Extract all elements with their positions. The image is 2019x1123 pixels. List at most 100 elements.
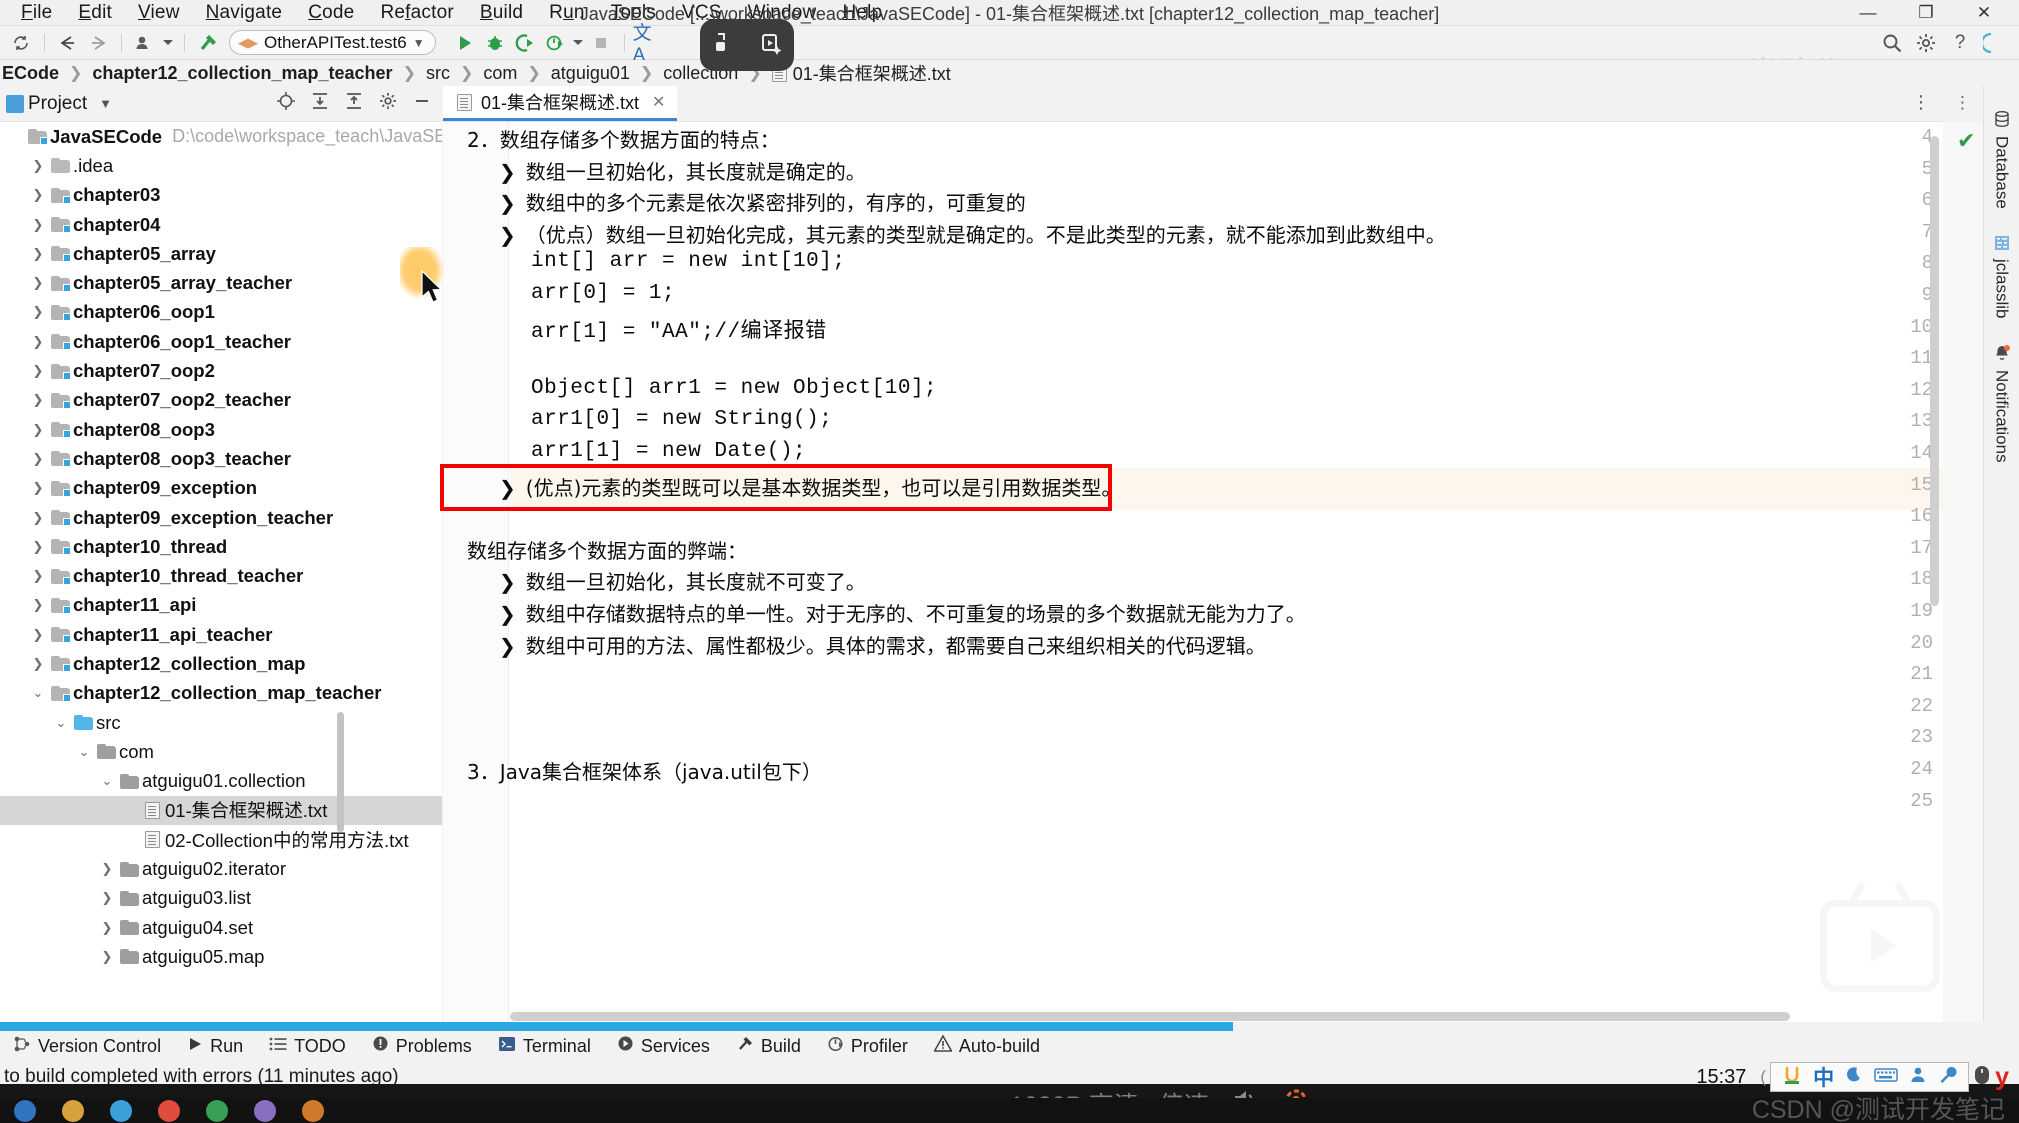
taskbar-icon-7[interactable]	[302, 1099, 324, 1122]
breadcrumb-item-1[interactable]: chapter12_collection_map_teacher	[90, 63, 394, 84]
taskbar-icon-6[interactable]	[254, 1099, 276, 1122]
tree-expand-arrow[interactable]: ❯	[29, 422, 47, 438]
tree-item[interactable]: ❯ chapter10_thread_teacher	[0, 561, 442, 590]
tree-item[interactable]: ❯ chapter10_thread	[0, 532, 442, 561]
tool-window-button-problems[interactable]: Problems	[359, 1035, 485, 1057]
taskbar-icon-5[interactable]	[206, 1099, 228, 1122]
help-icon[interactable]: ?	[1945, 30, 1975, 56]
collapse-all-icon[interactable]	[344, 91, 364, 116]
hide-panel-icon[interactable]	[412, 91, 432, 116]
user-dropdown-icon[interactable]	[160, 30, 176, 56]
screen-capture-widget[interactable]	[700, 19, 794, 71]
editor-horizontal-scrollbar[interactable]	[510, 1012, 1790, 1021]
breadcrumb-item-0[interactable]: ECode	[0, 63, 61, 84]
ime-label[interactable]: 中	[1813, 1062, 1834, 1092]
inspection-ok-icon[interactable]: ✔	[1957, 128, 1975, 154]
navigate-forward-icon[interactable]	[83, 30, 113, 56]
tree-expand-arrow[interactable]: ⌄	[98, 773, 116, 789]
code-line[interactable]: arr[1] = "AA";//编译报错	[531, 314, 827, 344]
tool-button-database[interactable]: Database	[1992, 110, 2012, 209]
editor-area[interactable]: 4 2．数组存储多个数据方面的特点： 5 ❯ 数组一旦初始化，其长度就是确定的。 6 ❯ 数组…	[443, 122, 1943, 1022]
tree-expand-arrow[interactable]: ⌄	[75, 744, 93, 760]
tool-window-button-build[interactable]: Build	[723, 1035, 814, 1058]
run-with-coverage-icon[interactable]	[510, 30, 540, 56]
code-line[interactable]: ❯ 数组中的多个元素是依次紧密排列的，有序的，可重复的	[499, 187, 1026, 216]
taskbar-icon-1[interactable]	[14, 1099, 36, 1122]
tray-expand-icon[interactable]: (	[1760, 1067, 1766, 1087]
tree-item[interactable]: ⌄ atguigu01.collection	[0, 767, 442, 796]
tree-expand-arrow[interactable]: ❯	[29, 597, 47, 613]
project-tree-scrollbar[interactable]	[337, 712, 344, 832]
tree-expand-arrow[interactable]: ❯	[29, 656, 47, 672]
locate-icon[interactable]	[276, 91, 296, 116]
tree-item[interactable]: ❯ chapter08_oop3	[0, 415, 442, 444]
tree-expand-arrow[interactable]: ❯	[29, 510, 47, 526]
hammer-icon[interactable]	[193, 30, 223, 56]
tree-expand-arrow[interactable]: ⌄	[29, 685, 47, 701]
breadcrumb-file[interactable]: 01-集合框架概述.txt	[770, 60, 953, 86]
tree-item[interactable]: 01-集合框架概述.txt	[0, 795, 442, 826]
tree-item[interactable]: ❯ chapter04	[0, 210, 442, 239]
tree-expand-arrow[interactable]: ❯	[29, 392, 47, 408]
gear-icon[interactable]	[378, 91, 398, 116]
taskbar-icon-4[interactable]	[158, 1099, 180, 1122]
sync-icon[interactable]	[6, 30, 36, 56]
tree-expand-arrow[interactable]: ❯	[98, 949, 116, 965]
tree-expand-arrow[interactable]: ❯	[29, 627, 47, 643]
code-line[interactable]: arr[0] = 1;	[531, 282, 675, 305]
close-icon[interactable]: ✕	[652, 92, 665, 112]
editor-tabs-overflow-icon[interactable]: ⋮	[1912, 92, 1931, 113]
restore-button[interactable]: ❐	[1897, 0, 1955, 26]
menu-edit[interactable]: Edit	[65, 1, 125, 25]
profile-icon[interactable]	[540, 30, 570, 56]
tree-expand-arrow[interactable]: ❯	[29, 568, 47, 584]
tree-expand-arrow[interactable]: ❯	[29, 217, 47, 233]
editor-vertical-scrollbar[interactable]	[1930, 136, 1939, 606]
close-button[interactable]: ✕	[1955, 0, 2013, 26]
taskbar-icon-3[interactable]	[110, 1099, 132, 1122]
project-tree[interactable]: JavaSECode D:\code\workspace_teach\JavaSE…	[0, 122, 442, 1022]
code-line[interactable]: ❯ （优点）数组一旦初始化完成，其元素的类型就是确定的。不是此类型的元素，就不能添…	[499, 219, 1446, 248]
code-line[interactable]: arr1[0] = new String();	[531, 408, 832, 431]
y-icon[interactable]: y	[1995, 1063, 2009, 1092]
tool-button-jclasslib[interactable]: jclasslib	[1992, 235, 2012, 318]
tool-window-button-auto-build[interactable]: Auto-build	[921, 1034, 1053, 1057]
debug-icon[interactable]	[480, 30, 510, 56]
translate-icon[interactable]: 文A	[633, 23, 663, 66]
breadcrumb-item-3[interactable]: com	[481, 63, 519, 84]
tree-expand-arrow[interactable]: ❯	[29, 480, 47, 496]
tool-window-button-todo[interactable]: TODO	[256, 1036, 359, 1057]
tree-expand-arrow[interactable]: ❯	[29, 275, 47, 291]
tree-item[interactable]: ❯ chapter12_collection_map	[0, 649, 442, 678]
tree-expand-arrow[interactable]: ❯	[29, 451, 47, 467]
tree-expand-arrow[interactable]: ❯	[29, 363, 47, 379]
code-line[interactable]: 数组存储多个数据方面的弊端：	[467, 535, 747, 564]
tool-window-button-profiler[interactable]: Profiler	[814, 1035, 921, 1057]
breadcrumb-item-2[interactable]: src	[424, 63, 452, 84]
settings-icon[interactable]	[1911, 30, 1941, 56]
tree-item[interactable]: JavaSECode D:\code\workspace_teach\JavaSE…	[0, 122, 442, 151]
tool-window-button-version-control[interactable]: Version Control	[0, 1035, 174, 1058]
expand-all-icon[interactable]	[310, 91, 330, 116]
editor-tab-active[interactable]: 01-集合框架概述.txt ✕	[443, 86, 678, 121]
play-overlay-icon[interactable]	[1820, 900, 1940, 992]
tool-window-button-services[interactable]: Services	[604, 1035, 723, 1057]
tree-item[interactable]: ❯ chapter06_oop1_teacher	[0, 327, 442, 356]
tree-item[interactable]: ❯ chapter05_array	[0, 239, 442, 268]
ai-assistant-icon[interactable]	[1979, 30, 2009, 56]
tool-window-button-terminal[interactable]: Terminal	[485, 1036, 604, 1057]
run-icon[interactable]	[450, 30, 480, 56]
code-line[interactable]: ❯ 数组中存储数据特点的单一性。对于无序的、不可重复的场景的多个数据就无能为力了。	[499, 598, 1306, 627]
menu-code[interactable]: Code	[295, 1, 367, 25]
code-line[interactable]: Object[] arr1 = new Object[10];	[531, 377, 937, 400]
code-line[interactable]: arr1[1] = new Date();	[531, 440, 806, 463]
wrench-icon[interactable]	[1938, 1065, 1958, 1090]
tree-expand-arrow[interactable]: ❯	[29, 158, 47, 174]
tree-expand-arrow[interactable]: ❯	[29, 246, 47, 262]
tree-item[interactable]: ❯ atguigu05.map	[0, 942, 442, 971]
mouse-icon[interactable]	[1973, 1064, 1991, 1091]
menu-refactor[interactable]: Refactor	[367, 1, 466, 25]
tree-item[interactable]: ❯ chapter05_array_teacher	[0, 268, 442, 297]
project-scope-dropdown-icon[interactable]: ▼	[99, 96, 112, 111]
navigate-back-icon[interactable]	[53, 30, 83, 56]
